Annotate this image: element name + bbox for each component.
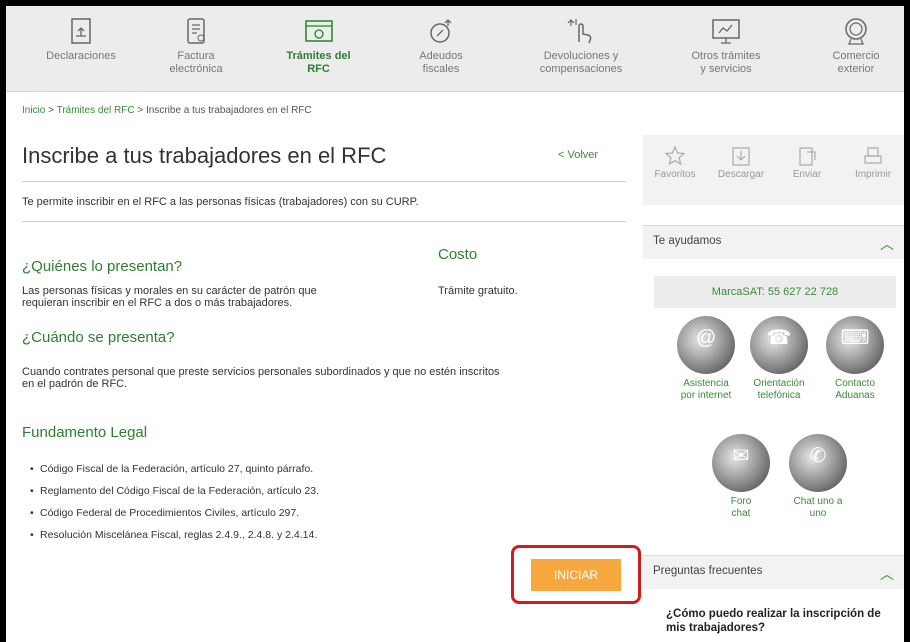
comercio-icon bbox=[845, 18, 867, 45]
preguntas-frecuentes-title: Preguntas frecuentes bbox=[653, 565, 763, 577]
nav-declaraciones[interactable]: Declaraciones bbox=[36, 6, 126, 92]
list-item: Resolución Miscelánea Fiscal, reglas 2.4… bbox=[30, 529, 319, 551]
te-ayudamos-header[interactable]: Te ayudamos ︿ bbox=[643, 225, 904, 259]
help-label: Chat uno a uno bbox=[793, 496, 843, 519]
print-icon bbox=[864, 147, 882, 164]
nav-factura[interactable]: Factura electrónica bbox=[151, 6, 241, 92]
quienes-line: requieran inscribir en el RFC a dos o má… bbox=[22, 297, 293, 309]
back-link[interactable]: < Volver bbox=[558, 149, 598, 161]
page-title: Inscribe a tus trabajadores en el RFC bbox=[22, 143, 387, 168]
otros-icon bbox=[712, 19, 740, 44]
top-nav: Declaraciones Factura electrónica Trámit… bbox=[6, 6, 904, 92]
nav-label: Factura electrónica bbox=[169, 50, 223, 75]
keyboard-icon: ⌨ bbox=[826, 316, 884, 374]
help-label: Asistencia por internet bbox=[680, 378, 732, 401]
chat-icon: ✆ bbox=[789, 434, 847, 492]
nav-otros-tramites[interactable]: Otros trámites y servicios bbox=[676, 6, 776, 92]
quienes-text: Las personas físicas y morales en su car… bbox=[22, 285, 317, 309]
forum-icon: ✉ bbox=[712, 434, 770, 492]
nav-label: Adeudos fiscales bbox=[419, 50, 463, 75]
imprimir-button[interactable]: Imprimir bbox=[843, 145, 903, 180]
nav-label: Trámites del RFC bbox=[286, 50, 351, 75]
action-label: Descargar bbox=[717, 169, 765, 180]
breadcrumb-separator: > bbox=[48, 105, 54, 116]
page-description: Te permite inscribir en el RFC a las per… bbox=[22, 196, 419, 208]
cuando-heading: ¿Cuándo se presenta? bbox=[22, 329, 175, 346]
at-icon: @ bbox=[677, 316, 735, 374]
nav-label: Comercio exterior bbox=[832, 50, 880, 75]
fundamento-list: Código Fiscal de la Federación, artículo… bbox=[30, 463, 319, 551]
star-icon bbox=[664, 145, 686, 166]
breadcrumb: Inicio > Trámites del RFC > Inscribe a t… bbox=[22, 105, 312, 116]
fundamento-heading: Fundamento Legal bbox=[22, 424, 148, 441]
quienes-line: Las personas físicas y morales en su car… bbox=[22, 285, 317, 297]
faq-question[interactable]: ¿Cómo puedo realizar la inscripción de m… bbox=[666, 607, 901, 635]
favoritos-button[interactable]: Favoritos bbox=[645, 145, 705, 180]
devoluciones-icon bbox=[567, 19, 592, 44]
cuando-line: en el padrón de RFC. bbox=[22, 378, 128, 390]
te-ayudamos-title: Te ayudamos bbox=[653, 235, 722, 247]
action-label: Enviar bbox=[792, 169, 822, 180]
help-label: Orientación telefónica bbox=[753, 378, 805, 401]
costo-heading: Costo bbox=[438, 246, 478, 263]
cuando-text: Cuando contrates personal que preste ser… bbox=[22, 366, 500, 390]
enviar-button[interactable]: Enviar bbox=[777, 145, 837, 180]
breadcrumb-separator: > bbox=[137, 105, 144, 116]
iniciar-button[interactable]: INICIAR bbox=[531, 559, 621, 591]
divider bbox=[22, 221, 626, 222]
nav-adeudos[interactable]: Adeudos fiscales bbox=[401, 6, 481, 92]
chevron-up-icon[interactable]: ︿ bbox=[880, 564, 894, 584]
costo-text: Trámite gratuito. bbox=[438, 285, 518, 297]
contacto-aduanas-link[interactable]: ⌨ Contacto Aduanas bbox=[820, 316, 890, 402]
nav-label: Devoluciones y compensaciones bbox=[539, 50, 623, 75]
marcasat-phone[interactable]: MarcaSAT: 55 627 22 728 bbox=[654, 276, 896, 308]
nav-devoluciones[interactable]: Devoluciones y compensaciones bbox=[521, 6, 641, 92]
tramites-icon bbox=[304, 20, 333, 42]
chevron-up-icon[interactable]: ︿ bbox=[880, 234, 894, 254]
adeudos-icon bbox=[430, 19, 452, 43]
quienes-heading: ¿Quiénes lo presentan? bbox=[22, 258, 183, 275]
descargar-button[interactable]: Descargar bbox=[711, 145, 771, 180]
chat-uno-a-uno-link[interactable]: ✆ Chat uno a uno bbox=[783, 434, 853, 520]
action-label: Favoritos bbox=[654, 169, 696, 180]
list-item: Código Federal de Procedimientos Civiles… bbox=[30, 507, 319, 529]
help-label: Contacto Aduanas bbox=[834, 378, 876, 401]
breadcrumb-section[interactable]: Trámites del RFC bbox=[57, 105, 135, 116]
preguntas-frecuentes-header[interactable]: Preguntas frecuentes ︿ bbox=[643, 555, 904, 589]
cuando-line: Cuando contrates personal que preste ser… bbox=[22, 366, 500, 378]
divider bbox=[22, 181, 626, 182]
help-label: Foro chat bbox=[730, 496, 752, 519]
breadcrumb-current: Inscribe a tus trabajadores en el RFC bbox=[145, 105, 312, 116]
list-item: Reglamento del Código Fiscal de la Feder… bbox=[30, 485, 319, 507]
nav-tramites-rfc[interactable]: Trámites del RFC bbox=[271, 6, 366, 92]
download-icon bbox=[732, 147, 750, 166]
declaraciones-icon bbox=[71, 18, 91, 44]
actions-bar: Favoritos Descargar Enviar Imprimir bbox=[643, 135, 904, 205]
nav-label: Declaraciones bbox=[46, 50, 116, 62]
send-icon bbox=[799, 147, 816, 166]
factura-icon bbox=[187, 18, 205, 44]
nav-comercio-exterior[interactable]: Comercio exterior bbox=[816, 6, 896, 92]
orientacion-telefonica-link[interactable]: ☎ Orientación telefónica bbox=[744, 316, 814, 402]
page-frame: Declaraciones Factura electrónica Trámit… bbox=[6, 6, 904, 642]
asistencia-internet-link[interactable]: @ Asistencia por internet bbox=[671, 316, 741, 402]
phone-agent-icon: ☎ bbox=[750, 316, 808, 374]
action-label: Imprimir bbox=[854, 169, 892, 180]
breadcrumb-home[interactable]: Inicio bbox=[22, 105, 45, 116]
list-item: Código Fiscal de la Federación, artículo… bbox=[30, 463, 319, 485]
nav-label: Otros trámites y servicios bbox=[691, 50, 761, 75]
foro-chat-link[interactable]: ✉ Foro chat bbox=[706, 434, 776, 520]
